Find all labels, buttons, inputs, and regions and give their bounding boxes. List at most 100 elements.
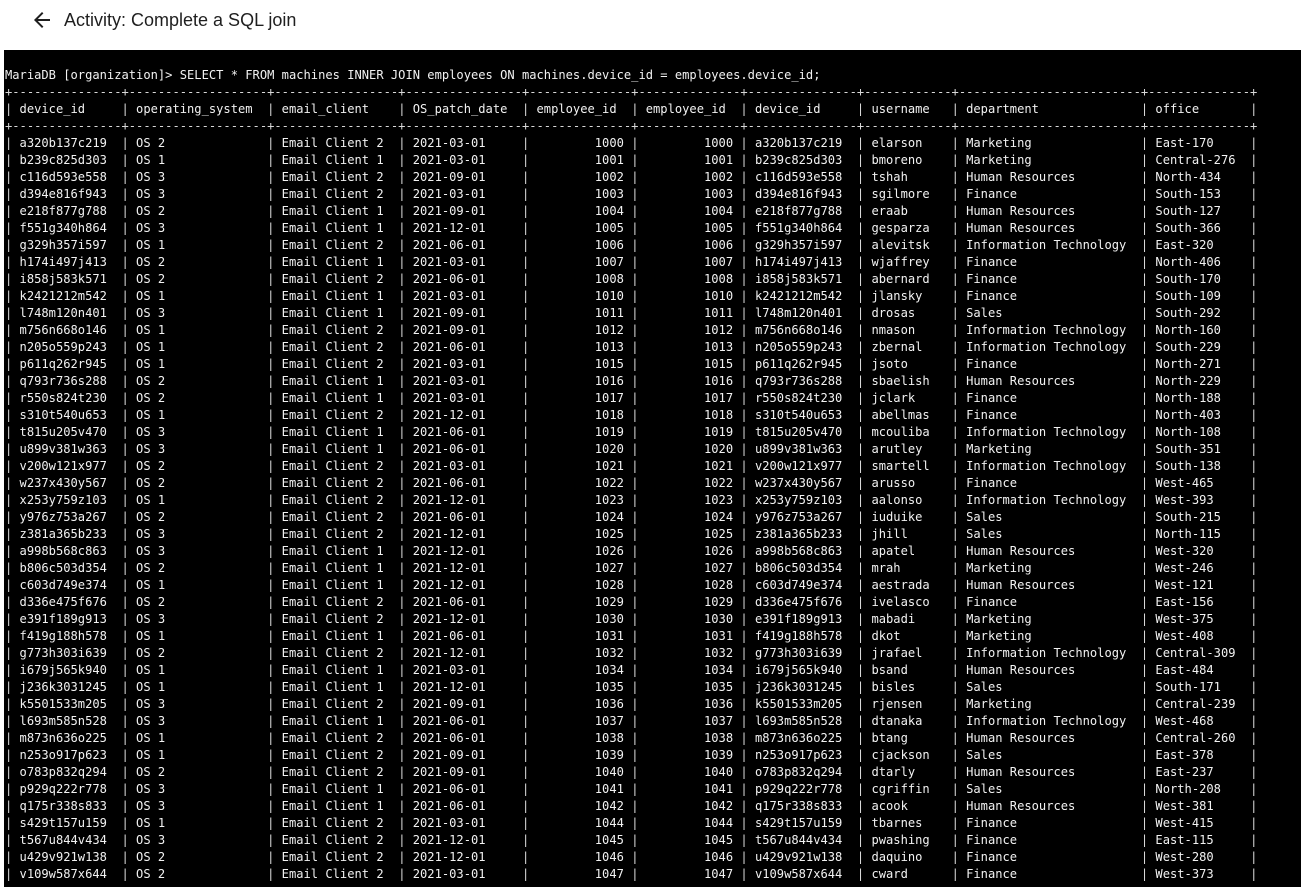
- table-cell: East-115: [1148, 833, 1251, 847]
- table-cell: m756n668o146: [12, 323, 122, 337]
- table-cell: Information Technology: [958, 493, 1141, 507]
- table-cell: North-115: [1148, 527, 1251, 541]
- table-cell: South-292: [1148, 306, 1251, 320]
- table-cell: l693m585n528: [12, 714, 122, 728]
- table-row: | i679j565k940 | OS 1 | Email Client 1 |…: [5, 663, 1258, 677]
- table-cell: Email Client 2: [274, 272, 399, 286]
- table-cell: Email Client 2: [274, 357, 399, 371]
- terminal-output[interactable]: MariaDB [organization]> SELECT * FROM ma…: [4, 50, 1301, 887]
- table-cell: 1023: [529, 493, 632, 507]
- table-row: | g773h303i639 | OS 2 | Email Client 2 |…: [5, 646, 1258, 660]
- table-row: | f419g188h578 | OS 1 | Email Client 1 |…: [5, 629, 1258, 643]
- table-cell: 2021-03-01: [405, 357, 522, 371]
- table-cell: 2021-03-01: [405, 153, 522, 167]
- table-cell: OS 2: [128, 204, 268, 218]
- table-cell: OS 2: [128, 595, 268, 609]
- table-cell: 1012: [529, 323, 632, 337]
- table-cell: jrafael: [864, 646, 952, 660]
- back-arrow-icon[interactable]: [30, 8, 54, 32]
- table-cell: 2021-09-01: [405, 170, 522, 184]
- table-cell: dtanaka: [864, 714, 952, 728]
- table-cell: OS 3: [128, 170, 268, 184]
- table-cell: Central-239: [1148, 697, 1251, 711]
- table-cell: OS 1: [128, 289, 268, 303]
- table-cell: Human Resources: [958, 799, 1141, 813]
- table-cell: West-121: [1148, 578, 1251, 592]
- table-cell: Email Client 2: [274, 748, 399, 762]
- table-cell: rjensen: [864, 697, 952, 711]
- table-cell: e391f189g913: [747, 612, 857, 626]
- table-cell: c116d593e558: [747, 170, 857, 184]
- table-cell: Email Client 1: [274, 374, 399, 388]
- table-cell: jlansky: [864, 289, 952, 303]
- table-cell: 2021-03-01: [405, 289, 522, 303]
- table-cell: Human Resources: [958, 221, 1141, 235]
- table-cell: 2021-03-01: [405, 374, 522, 388]
- table-row: | x253y759z103 | OS 1 | Email Client 2 |…: [5, 493, 1258, 507]
- table-cell: l693m585n528: [747, 714, 857, 728]
- table-cell: 2021-12-01: [405, 561, 522, 575]
- table-cell: OS 1: [128, 629, 268, 643]
- column-header: office: [1148, 102, 1251, 116]
- table-cell: 1037: [529, 714, 632, 728]
- table-cell: 2021-06-01: [405, 714, 522, 728]
- table-cell: jhill: [864, 527, 952, 541]
- table-cell: 2021-09-01: [405, 204, 522, 218]
- table-row: | e391f189g913 | OS 3 | Email Client 2 |…: [5, 612, 1258, 626]
- table-row: | k2421212m542 | OS 1 | Email Client 1 |…: [5, 289, 1258, 303]
- table-row: | v109w587x644 | OS 2 | Email Client 2 |…: [5, 867, 1258, 881]
- table-cell: North-406: [1148, 255, 1251, 269]
- table-cell: Marketing: [958, 612, 1141, 626]
- table-cell: arusso: [864, 476, 952, 490]
- table-cell: 2021-09-01: [405, 765, 522, 779]
- table-row: | u899v381w363 | OS 3 | Email Client 1 |…: [5, 442, 1258, 456]
- table-cell: OS 3: [128, 697, 268, 711]
- table-cell: Human Resources: [958, 544, 1141, 558]
- table-cell: zbernal: [864, 340, 952, 354]
- table-cell: 1013: [529, 340, 632, 354]
- table-cell: East-156: [1148, 595, 1251, 609]
- table-cell: f551g340h864: [12, 221, 122, 235]
- table-cell: Finance: [958, 255, 1141, 269]
- table-row: | b239c825d303 | OS 1 | Email Client 1 |…: [5, 153, 1258, 167]
- column-header: employee_id: [529, 102, 632, 116]
- table-cell: 2021-06-01: [405, 731, 522, 745]
- table-cell: Email Client 1: [274, 153, 399, 167]
- table-cell: Email Client 1: [274, 561, 399, 575]
- table-cell: Email Client 1: [274, 578, 399, 592]
- table-cell: q175r338s833: [747, 799, 857, 813]
- table-cell: OS 2: [128, 255, 268, 269]
- table-cell: nmason: [864, 323, 952, 337]
- table-cell: 1027: [529, 561, 632, 575]
- table-cell: Email Client 1: [274, 663, 399, 677]
- table-cell: t815u205v470: [12, 425, 122, 439]
- table-cell: South-366: [1148, 221, 1251, 235]
- table-cell: OS 3: [128, 442, 268, 456]
- table-cell: mcouliba: [864, 425, 952, 439]
- table-cell: 1002: [638, 170, 741, 184]
- table-cell: Email Client 2: [274, 136, 399, 150]
- table-cell: Finance: [958, 272, 1141, 286]
- table-cell: 1032: [638, 646, 741, 660]
- table-border: +---------------+-------------------+---…: [5, 119, 1258, 133]
- table-cell: btang: [864, 731, 952, 745]
- table-cell: South-215: [1148, 510, 1251, 524]
- table-cell: c603d749e374: [12, 578, 122, 592]
- table-cell: abernard: [864, 272, 952, 286]
- table-cell: 1045: [638, 833, 741, 847]
- table-row: | t567u844v434 | OS 3 | Email Client 2 |…: [5, 833, 1258, 847]
- table-cell: alevitsk: [864, 238, 952, 252]
- table-cell: Marketing: [958, 697, 1141, 711]
- table-cell: t815u205v470: [747, 425, 857, 439]
- table-cell: 2021-06-01: [405, 340, 522, 354]
- table-border: +---------------+-------------------+---…: [5, 85, 1258, 99]
- table-cell: Information Technology: [958, 323, 1141, 337]
- table-cell: 1039: [529, 748, 632, 762]
- table-cell: 1005: [529, 221, 632, 235]
- table-cell: 2021-09-01: [405, 323, 522, 337]
- table-cell: 2021-06-01: [405, 425, 522, 439]
- table-cell: Information Technology: [958, 340, 1141, 354]
- table-cell: 1003: [529, 187, 632, 201]
- table-cell: y976z753a267: [747, 510, 857, 524]
- table-cell: OS 1: [128, 340, 268, 354]
